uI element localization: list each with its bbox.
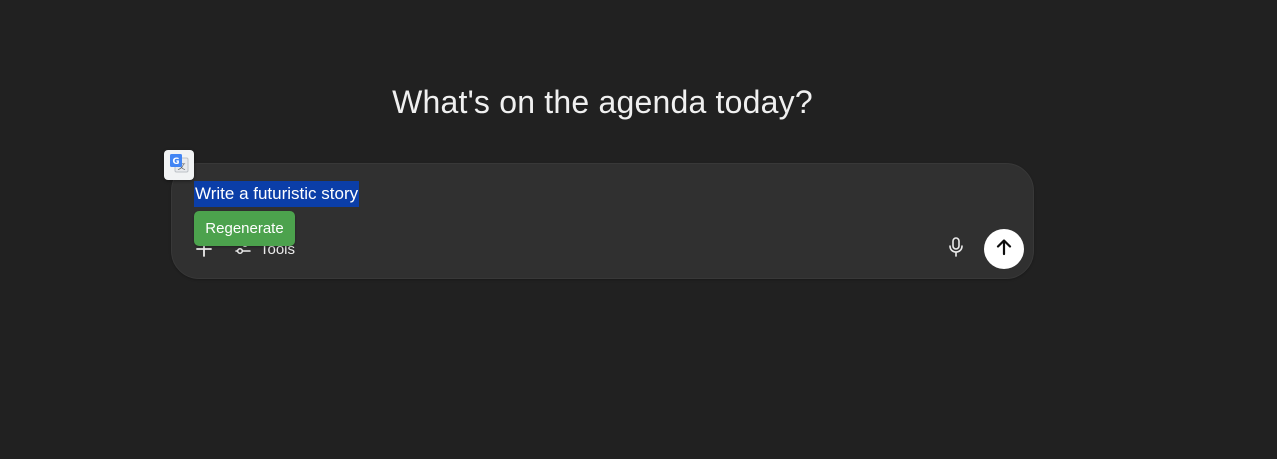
- prompt-input-text[interactable]: Write a futuristic story: [194, 181, 360, 207]
- send-button[interactable]: [984, 229, 1024, 269]
- svg-text:G: G: [173, 157, 180, 167]
- microphone-icon: [947, 236, 965, 263]
- arrow-up-icon: [994, 237, 1014, 262]
- translate-extension-button[interactable]: 文 G: [164, 150, 194, 180]
- voice-input-button[interactable]: [944, 236, 968, 262]
- page-title: What's on the agenda today?: [392, 84, 813, 120]
- regenerate-button[interactable]: Regenerate: [194, 211, 295, 246]
- google-translate-icon: 文 G: [168, 152, 190, 179]
- page: What's on the agenda today? Write a futu…: [0, 0, 1277, 459]
